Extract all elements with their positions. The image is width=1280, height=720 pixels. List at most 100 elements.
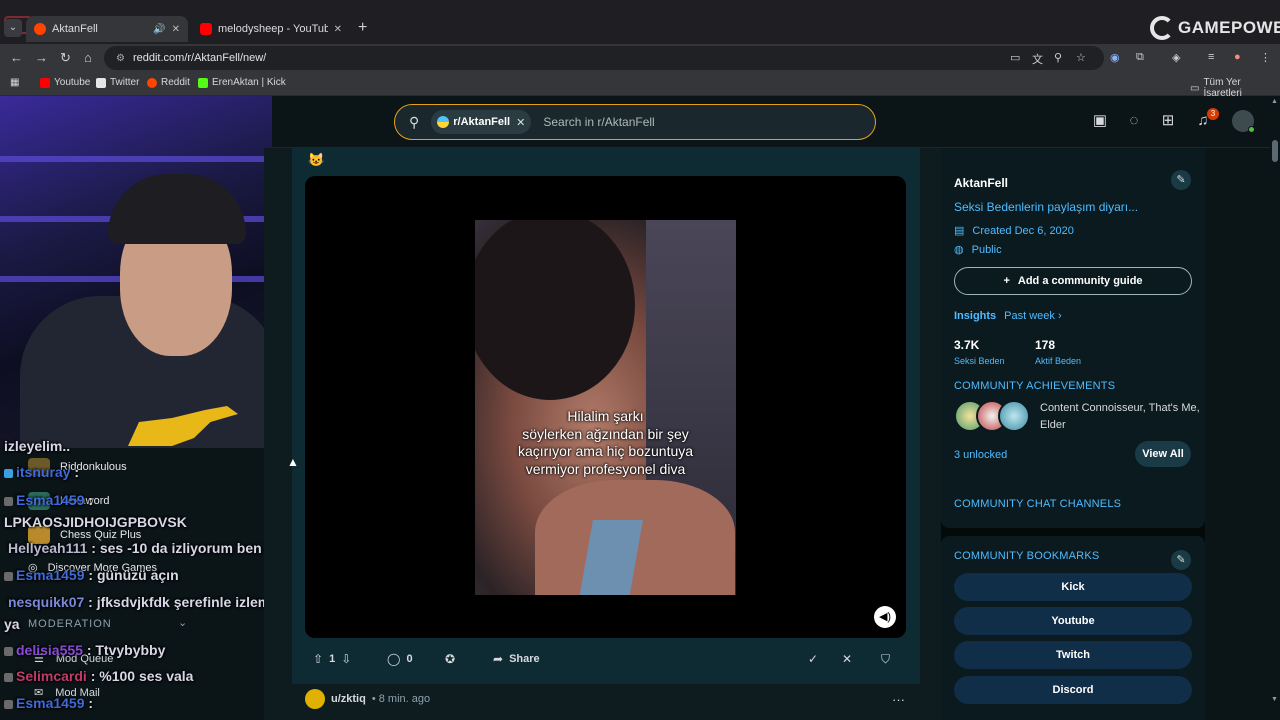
notification-badge: 3 <box>1207 108 1219 120</box>
view-all-button[interactable]: View All <box>1135 441 1191 467</box>
vote-count: 1 <box>329 653 336 665</box>
bookmark-youtube[interactable]: Youtube <box>40 77 90 88</box>
bookmark-label: Reddit <box>161 77 190 88</box>
tab-search-list-icon[interactable]: ≡ <box>1208 51 1214 63</box>
chat-message: Hellyeah111 : ses -10 da izliyorum ben <box>8 540 262 556</box>
browser-toolbar: ← → ↻ ⌂ ⚙ reddit.com/r/AktanFell/new/ ▭ … <box>0 44 1280 72</box>
page-scrollbar[interactable]: ▲ ▼ <box>1270 96 1280 720</box>
zoom-icon[interactable]: ⚲ <box>1054 51 1062 64</box>
created-label: Created Dec 6, 2020 <box>972 224 1074 237</box>
user-avatar[interactable] <box>305 689 325 709</box>
youtube-icon <box>40 77 50 88</box>
tab-youtube[interactable]: melodysheep - YouTube ✕ <box>192 16 350 42</box>
gamepower-text: GAMEPOWER <box>1178 18 1280 37</box>
bookmark-kick[interactable]: ErenAktan | Kick <box>198 77 286 88</box>
media-cast-icon[interactable]: ◉ <box>1110 51 1120 64</box>
mouse-cursor-icon: ▲ <box>287 455 299 469</box>
achievement-badges[interactable] <box>954 400 1030 434</box>
insights-period-dropdown[interactable]: Past week › <box>1004 310 1061 322</box>
advertise-icon[interactable]: ▣ <box>1090 111 1110 131</box>
subreddit-avatar <box>437 116 450 128</box>
community-description: Seksi Bedenlerin paylaşım diyarı... <box>954 200 1139 214</box>
bookmark-reddit[interactable]: Reddit <box>147 77 190 88</box>
achievements-list: Content Connoisseur, That's Me, Elder <box>1040 402 1200 431</box>
mod-shield-icon[interactable]: ⛉ <box>881 652 890 667</box>
remove-icon[interactable]: ✕ <box>842 652 852 666</box>
chat-message: Selimcardi : %100 ses vala <box>4 668 193 684</box>
edit-pencil-icon[interactable]: ✎ <box>1171 550 1191 570</box>
bookmark-label: Youtube <box>54 77 91 88</box>
browser-menu-icon[interactable]: ⋮ <box>1260 51 1271 64</box>
achievement-badge-icon <box>998 400 1030 432</box>
subreddit-filter-chip[interactable]: r/AktanFell ✕ <box>431 110 532 134</box>
kick-icon <box>198 77 208 88</box>
tab-aktanfell[interactable]: AktanFell 🔊 ✕ <box>26 16 188 42</box>
comments-button[interactable]: ◯ 0 <box>387 652 413 666</box>
insights-label[interactable]: Insights <box>954 310 996 322</box>
gamepower-overlay-logo: GAMEPOWER <box>1150 14 1280 42</box>
youtube-favicon-icon <box>200 23 212 35</box>
audio-playing-icon[interactable]: 🔊 <box>153 24 165 35</box>
upvote-icon[interactable]: ⇧ <box>313 652 323 666</box>
reload-icon[interactable]: ↻ <box>60 50 71 66</box>
tab-title: melodysheep - YouTube <box>218 23 328 35</box>
install-app-icon[interactable]: ▭ <box>1010 51 1020 64</box>
add-community-guide-button[interactable]: + Add a community guide <box>954 267 1192 295</box>
search-input[interactable]: Search in r/AktanFell <box>543 115 654 129</box>
incognito-icon[interactable]: ◈ <box>1172 51 1180 64</box>
more-options-icon[interactable]: ··· <box>892 692 905 707</box>
scroll-up-arrow-icon[interactable]: ▲ <box>1271 98 1278 105</box>
post-flair-emoji: 😺 <box>308 152 325 167</box>
reddit-favicon-icon <box>34 23 46 35</box>
post-author[interactable]: u/zktiq <box>331 693 366 705</box>
bookmark-discord-button[interactable]: Discord <box>954 676 1192 704</box>
extensions-icon[interactable]: ⧉ <box>1136 51 1144 64</box>
downvote-icon[interactable]: ⇩ <box>341 652 351 666</box>
gamepower-ring-icon <box>1150 16 1174 40</box>
chat-icon[interactable]: ◌ <box>1124 111 1144 131</box>
address-bar[interactable]: ⚙ reddit.com/r/AktanFell/new/ <box>104 46 1104 70</box>
tab-close-icon[interactable]: ✕ <box>334 24 342 35</box>
forward-arrow-icon[interactable]: → <box>35 50 48 65</box>
home-icon[interactable]: ⌂ <box>84 50 92 65</box>
chip-close-icon[interactable]: ✕ <box>516 116 525 129</box>
award-icon[interactable]: ✪ <box>445 652 455 666</box>
apps-grid-icon[interactable]: ▦ <box>10 77 19 88</box>
new-tab-button[interactable]: + <box>358 19 367 37</box>
bookmark-kick-button[interactable]: Kick <box>954 573 1192 601</box>
bookmark-label: ErenAktan | Kick <box>212 77 286 88</box>
chat-message: ya <box>4 616 20 632</box>
bookmarks-header: COMMUNITY BOOKMARKS <box>954 550 1100 562</box>
edit-pencil-icon[interactable]: ✎ <box>1171 170 1191 190</box>
approve-icon[interactable]: ✓ <box>808 652 818 666</box>
profile-avatar-icon[interactable]: ● <box>1234 51 1241 63</box>
bookmark-twitch-button[interactable]: Twitch <box>954 641 1192 669</box>
post-action-bar: ⇧ 1 ⇩ ◯ 0 ✪ ➦ Share ✓ ✕ ⛉ <box>305 648 906 674</box>
achievements-header: COMMUNITY ACHIEVEMENTS <box>954 380 1116 392</box>
bookmark-youtube-button[interactable]: Youtube <box>954 607 1192 635</box>
streamer-webcam <box>0 96 272 448</box>
bookmark-twitter[interactable]: Twitter <box>96 77 139 88</box>
chat-channels-header[interactable]: COMMUNITY CHAT CHANNELS <box>954 498 1121 510</box>
search-bar[interactable]: ⚲ r/AktanFell ✕ Search in r/AktanFell <box>394 104 876 140</box>
share-button[interactable]: ➦ Share <box>493 652 540 666</box>
comment-count: 0 <box>406 653 413 665</box>
stat-online: 178 Aktif Beden <box>1035 338 1082 366</box>
chat-message: LPKAOSJIDHOIJGPBOVSK <box>4 514 187 530</box>
plus-icon: + <box>1003 275 1010 287</box>
user-avatar[interactable] <box>1232 110 1255 133</box>
tab-search-button[interactable]: ⌄ <box>4 19 22 37</box>
bookmark-star-icon[interactable]: ☆ <box>1076 51 1086 64</box>
create-post-icon[interactable]: ⊞ <box>1158 111 1178 131</box>
scrollbar-thumb[interactable] <box>1272 140 1278 162</box>
translate-icon[interactable]: 文 <box>1032 51 1043 67</box>
comment-icon: ◯ <box>387 652 401 666</box>
x-logo-icon <box>96 77 106 88</box>
back-arrow-icon[interactable]: ← <box>10 50 23 65</box>
tab-close-icon[interactable]: ✕ <box>172 24 180 35</box>
site-info-icon[interactable]: ⚙ <box>116 53 125 64</box>
scroll-down-arrow-icon[interactable]: ▼ <box>1271 696 1278 703</box>
stream-chat-overlay: izleyelim.. itsnuray : Esma1459 : LPKAOS… <box>0 436 290 720</box>
volume-icon[interactable]: ◀) <box>874 606 896 628</box>
community-name: AktanFell <box>954 176 1009 190</box>
